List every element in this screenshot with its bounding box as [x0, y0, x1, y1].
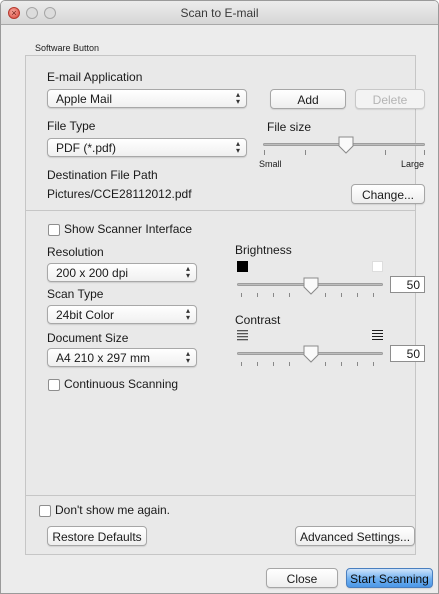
light-swatch-icon: [372, 261, 383, 272]
delete-button[interactable]: Delete: [355, 89, 425, 109]
email-application-label: E-mail Application: [47, 70, 143, 84]
brightness-tick: [289, 293, 290, 297]
destination-path-label: Destination File Path: [47, 168, 158, 182]
show-scanner-interface-label: Show Scanner Interface: [64, 222, 193, 236]
document-size-label: Document Size: [47, 331, 129, 345]
contrast-tick: [357, 362, 358, 366]
file-size-small-label: Small: [259, 159, 282, 169]
resolution-value: 200 x 200 dpi: [56, 266, 129, 280]
contrast-tick: [257, 362, 258, 366]
dark-swatch-icon: [237, 261, 248, 272]
updown-icon: ▴ ▾: [185, 264, 190, 280]
add-button[interactable]: Add: [270, 89, 346, 109]
brightness-tick: [341, 293, 342, 297]
brightness-tick: [257, 293, 258, 297]
continuous-scanning-checkbox[interactable]: [48, 379, 60, 391]
dont-show-again-checkbox[interactable]: [39, 505, 51, 517]
email-application-value: Apple Mail: [56, 92, 113, 106]
file-size-large-label: Large: [401, 159, 425, 169]
contrast-value-field[interactable]: 50: [390, 345, 425, 362]
email-application-select[interactable]: Apple Mail ▴ ▾: [47, 89, 247, 108]
high-contrast-icon: [372, 330, 383, 341]
brightness-tick: [373, 293, 374, 297]
scan-type-label: Scan Type: [47, 287, 104, 301]
continuous-scanning-label: Continuous Scanning: [64, 377, 179, 391]
change-button[interactable]: Change...: [351, 184, 425, 204]
updown-icon: ▴ ▾: [185, 349, 190, 365]
brightness-label: Brightness: [235, 243, 292, 257]
updown-icon: ▴ ▾: [235, 139, 240, 155]
window-title: Scan to E-mail: [180, 6, 259, 20]
destination-path-value: Pictures/CCE28112012.pdf: [47, 187, 192, 201]
dont-show-again-label: Don't show me again.: [55, 503, 171, 517]
advanced-settings-button[interactable]: Advanced Settings...: [295, 526, 415, 546]
scan-to-email-window: × Scan to E-mail Software Button E-mail …: [0, 0, 439, 594]
file-size-tick: [385, 150, 386, 155]
title-bar[interactable]: × Scan to E-mail: [1, 1, 438, 25]
contrast-label: Contrast: [235, 313, 281, 327]
resolution-label: Resolution: [47, 245, 104, 259]
contrast-tick: [325, 362, 326, 366]
resolution-select[interactable]: 200 x 200 dpi ▴ ▾: [47, 263, 197, 282]
brightness-tick: [273, 293, 274, 297]
contrast-tick: [241, 362, 242, 366]
updown-icon: ▴ ▾: [185, 306, 190, 322]
file-type-select[interactable]: PDF (*.pdf) ▴ ▾: [47, 138, 247, 157]
low-contrast-icon: [237, 330, 248, 341]
updown-icon: ▴ ▾: [235, 90, 240, 106]
scan-type-select[interactable]: 24bit Color ▴ ▾: [47, 305, 197, 324]
contrast-tick: [373, 362, 374, 366]
contrast-slider-thumb-icon[interactable]: [302, 345, 320, 363]
file-type-value: PDF (*.pdf): [56, 141, 117, 155]
contrast-tick: [273, 362, 274, 366]
scan-type-value: 24bit Color: [56, 308, 115, 322]
close-button[interactable]: Close: [266, 568, 338, 588]
document-size-select[interactable]: A4 210 x 297 mm ▴ ▾: [47, 348, 197, 367]
start-scanning-button[interactable]: Start Scanning: [346, 568, 433, 588]
contrast-tick: [341, 362, 342, 366]
document-size-value: A4 210 x 297 mm: [56, 351, 151, 365]
file-size-tick: [264, 150, 265, 155]
file-size-slider-thumb-icon[interactable]: [337, 136, 355, 154]
brightness-tick: [241, 293, 242, 297]
group-label: Software Button: [35, 43, 100, 53]
brightness-slider-thumb-icon[interactable]: [302, 277, 320, 295]
section-divider: [25, 495, 416, 496]
contrast-tick: [289, 362, 290, 366]
file-size-tick: [305, 150, 306, 155]
file-size-tick: [424, 150, 425, 155]
show-scanner-interface-checkbox[interactable]: [48, 224, 60, 236]
brightness-tick: [325, 293, 326, 297]
file-size-label: File size: [267, 120, 312, 134]
section-divider: [25, 210, 416, 211]
file-type-label: File Type: [47, 119, 96, 133]
brightness-tick: [357, 293, 358, 297]
restore-defaults-button[interactable]: Restore Defaults: [47, 526, 147, 546]
brightness-value-field[interactable]: 50: [390, 276, 425, 293]
